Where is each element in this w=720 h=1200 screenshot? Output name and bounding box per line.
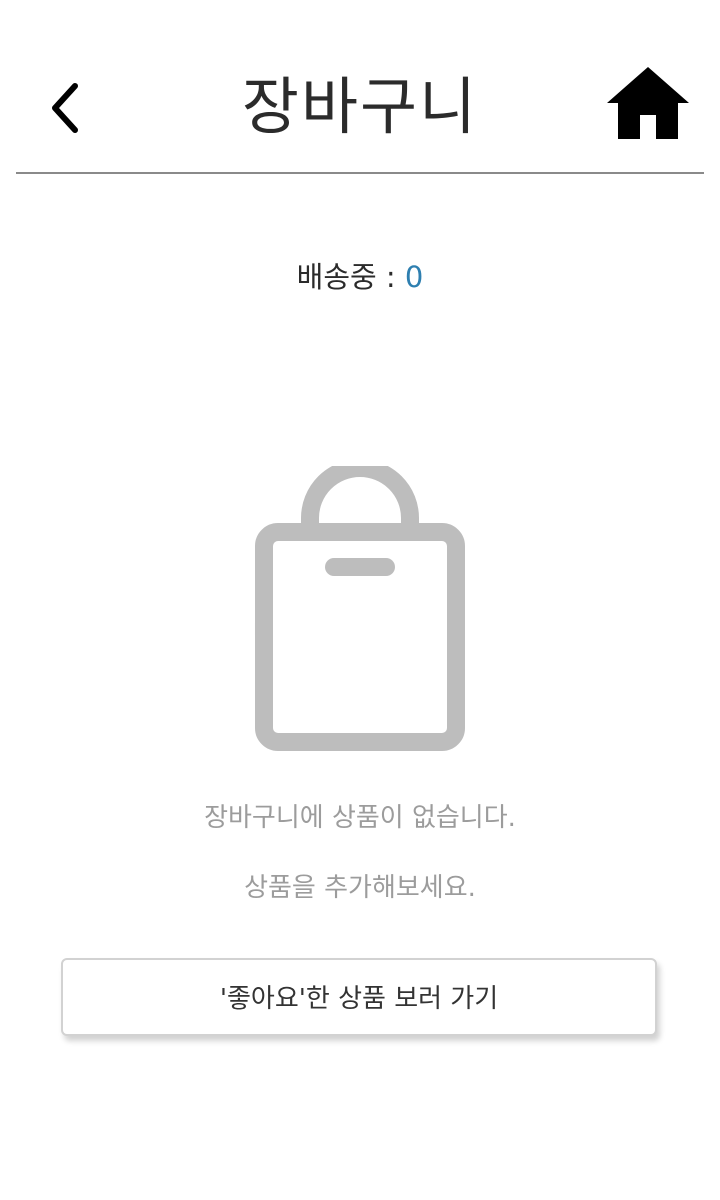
home-button[interactable]: [600, 58, 696, 148]
header-divider: [16, 172, 704, 174]
home-icon: [607, 67, 689, 139]
view-liked-products-button[interactable]: '좋아요'한 상품 보러 가기: [61, 958, 657, 1036]
shipping-label: 배송중 :: [296, 260, 405, 294]
header-bar: 장바구니: [0, 0, 720, 174]
shopping-bag-icon: [255, 466, 465, 751]
back-button[interactable]: [30, 70, 100, 146]
shipping-status: 배송중 : 0: [0, 252, 720, 302]
chevron-left-icon: [52, 83, 78, 133]
empty-hint: 상품을 추가해보세요.: [244, 873, 476, 903]
cart-screen: 장바구니 배송중 : 0 장바구니에 상품이 없습니다. 상품을 추가해보세요.…: [0, 0, 720, 1200]
shipping-count: 0: [404, 260, 424, 294]
page-title: 장바구니: [241, 70, 479, 143]
empty-message: 장바구니에 상품이 없습니다.: [204, 803, 516, 833]
